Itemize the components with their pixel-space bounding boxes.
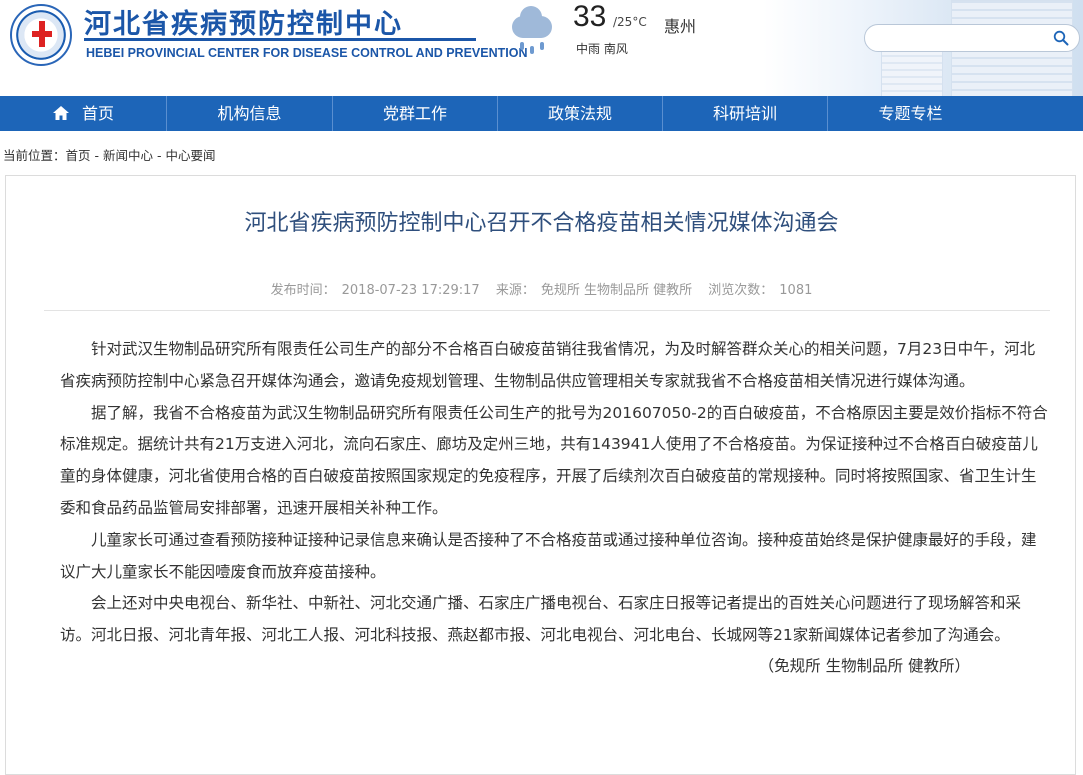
source-label: 来源： (495, 283, 535, 298)
article-line: 标准规定。据统计共有21万支进入河北，流向石家庄、廊坊及定州三地，共有14394… (60, 435, 1038, 454)
nav-item-label: 专题专栏 (878, 104, 943, 123)
hebei-cdc-logo[interactable] (10, 4, 72, 66)
article-line: 会上还对中央电视台、新华社、中新社、河北交通广播、石家庄广播电视台、石家庄日报等… (60, 594, 1022, 613)
nav-item-party-work[interactable]: 党群工作 (333, 96, 497, 131)
nav-item-special-topics[interactable]: 专题专栏 (828, 96, 993, 131)
article-source: 免规所 生物制品所 健教所 (540, 283, 693, 298)
home-icon (52, 106, 69, 120)
breadcrumb-link-home[interactable]: 首页 (66, 148, 91, 163)
article-body: 针对武汉生物制品研究所有限责任公司生产的部分不合格百白破疫苗销往我省情况，为及时… (60, 334, 1048, 652)
weather-temperature: 33 (573, 0, 607, 33)
nav-item-label: 党群工作 (382, 104, 447, 123)
article-line: 据了解，我省不合格疫苗为武汉生物制品研究所有限责任公司生产的批号为2016070… (60, 403, 1048, 422)
views-label: 浏览次数： (708, 283, 774, 298)
search-input[interactable] (877, 28, 1051, 50)
view-count: 1081 (779, 283, 813, 298)
publish-time: 2018-07-23 17:29:17 (341, 283, 480, 298)
breadcrumb-link-center-news[interactable]: 中心要闻 (165, 148, 215, 163)
article-title: 河北省疾病预防控制中心召开不合格疫苗相关情况媒体沟通会 (244, 211, 839, 236)
nav-item-policy[interactable]: 政策法规 (498, 96, 662, 131)
search-box (864, 24, 1080, 52)
article-meta: 发布时间： 2018-07-23 17:29:17 来源： 免规所 生物制品所 健教… (0, 279, 1083, 298)
site-subtitle: HEBEI PROVINCIAL CENTER FOR DISEASE CONT… (86, 46, 528, 60)
main-nav: 首页 机构信息 党群工作 政策法规 科研培训 专题专栏 (0, 96, 1083, 131)
logo-cross-icon (32, 21, 52, 47)
article-line: 针对武汉生物制品研究所有限责任公司生产的部分不合格百白破疫苗销往我省情况，为及时… (60, 340, 1036, 358)
search-icon[interactable] (1053, 30, 1069, 46)
article-line: 委和食品药品监管局安排部署，迅速开展相关补种工作。 (60, 498, 448, 517)
article-line: 童的身体健康，河北省使用合格的百白破疫苗按照国家规定的免疫程序，开展了后续剂次百… (60, 467, 1037, 486)
rain-cloud-icon (510, 6, 556, 54)
weather-city: 惠州 (664, 17, 697, 36)
weather-description: 中雨 南风 (576, 42, 628, 56)
article-signature: （免规所 生物制品所 健教所） (758, 657, 970, 675)
breadcrumb-separator: - (90, 148, 103, 163)
nav-item-organization[interactable]: 机构信息 (167, 96, 332, 131)
breadcrumb: 当前位置：首页 - 新闻中心 - 中心要闻 (3, 145, 216, 164)
article-line: 访。河北日报、河北青年报、河北工人报、河北科技报、燕赵都市报、河北电视台、河北电… (60, 626, 1010, 645)
publish-time-label: 发布时间： (270, 283, 336, 298)
weather-temp-range: /25°C (613, 15, 647, 29)
breadcrumb-link-news[interactable]: 新闻中心 (103, 148, 153, 163)
article-line: 儿童家长可通过查看预防接种证接种记录信息来确认是否接种了不合格疫苗或通过接种单位… (60, 530, 1037, 549)
breadcrumb-prefix: 当前位置： (3, 148, 66, 163)
nav-item-label: 首页 (81, 104, 114, 123)
nav-item-research[interactable]: 科研培训 (663, 96, 827, 131)
nav-item-label: 政策法规 (547, 104, 612, 123)
nav-item-label: 机构信息 (217, 104, 282, 123)
article-line: 省疾病预防控制中心紧急召开媒体沟通会，邀请免疫规划管理、生物制品供应管理相关专家… (60, 371, 975, 390)
site-title[interactable]: 河北省疾病预防控制中心 (84, 2, 403, 41)
nav-item-label: 科研培训 (712, 104, 777, 123)
site-header: 河北省疾病预防控制中心 HEBEI PROVINCIAL CENTER FOR … (0, 0, 1083, 96)
breadcrumb-separator: - (153, 148, 166, 163)
title-divider (84, 38, 476, 41)
meta-divider (44, 310, 1050, 311)
article-line: 议广大儿童家长不能因噎废食而放弃疫苗接种。 (60, 562, 386, 581)
nav-item-home[interactable]: 首页 (0, 96, 166, 131)
